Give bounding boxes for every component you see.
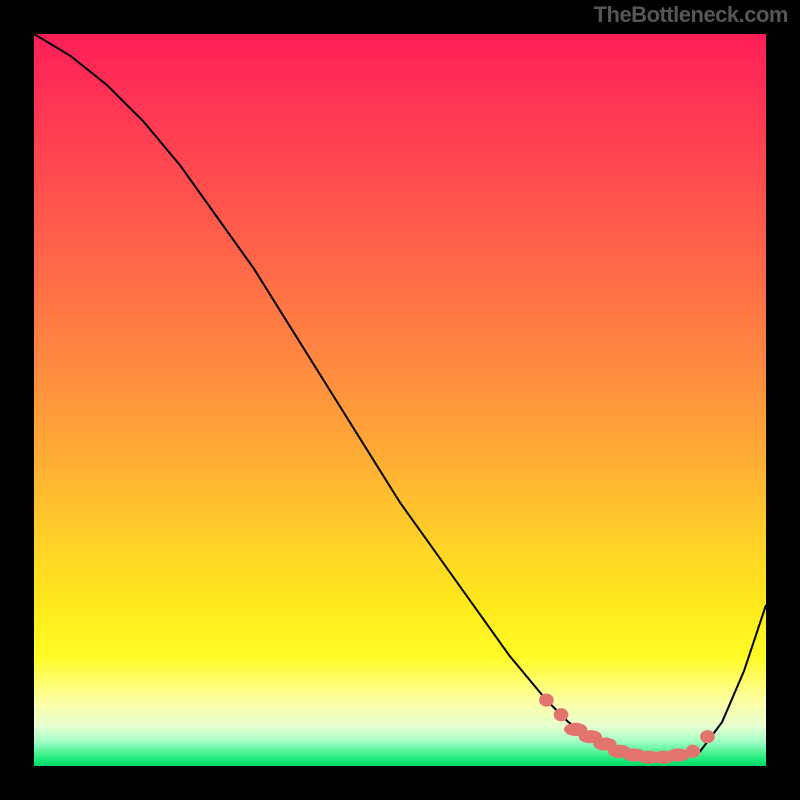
highlight-dot [700,730,715,743]
highlight-dots [539,694,715,764]
attribution-text: TheBottleneck.com [594,2,788,28]
chart-svg [34,34,766,766]
chart-container: TheBottleneck.com [0,0,800,800]
highlight-dot [554,708,569,721]
highlight-dot [539,694,554,707]
highlight-dot [685,745,700,758]
bottleneck-curve [34,34,766,759]
